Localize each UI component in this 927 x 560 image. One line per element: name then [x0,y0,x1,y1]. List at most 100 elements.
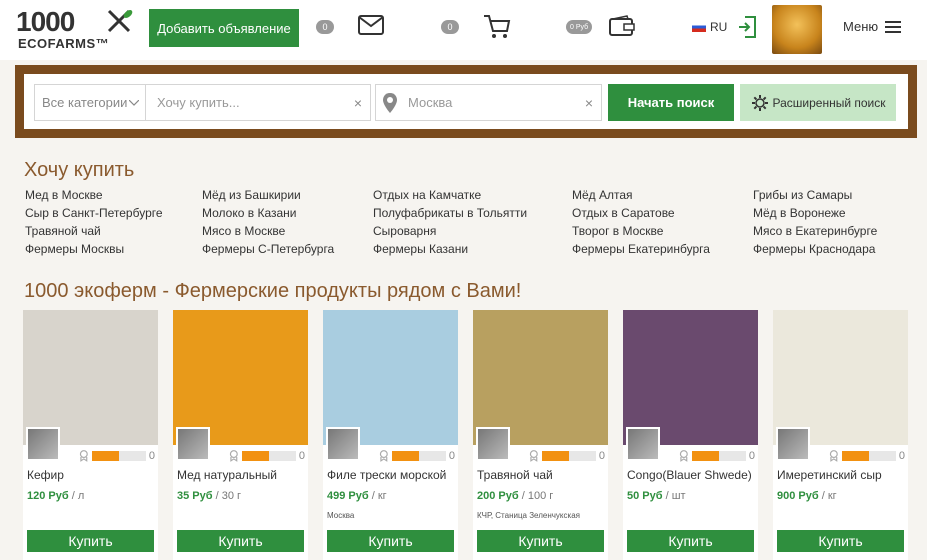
logo-text: ECOFARMS™ [18,36,110,51]
product-card[interactable]: 0 Травяной чай 200 Руб / 100 г КЧР, Станица… [473,310,608,560]
start-search-button[interactable]: Начать поиск [608,84,734,121]
want-to-buy-link[interactable]: Грибы из Самары [753,188,852,202]
want-to-buy-link[interactable]: Сыроварня [373,224,436,238]
want-to-buy-link[interactable]: Мёд Алтая [572,188,633,202]
location-pin-icon [383,93,397,113]
want-to-buy-link[interactable]: Творог в Москве [572,224,663,238]
seller-avatar[interactable] [476,427,510,461]
rating-bar-fill [391,451,419,461]
russia-flag-icon [692,22,706,32]
rating-value: 0 [148,450,155,462]
category-select[interactable]: Все категории [34,84,146,121]
want-to-buy-link[interactable]: Фермеры Казани [373,242,468,256]
want-to-buy-link[interactable]: Фермеры Екатеринбурга [572,242,710,256]
buy-button[interactable]: Купить [627,530,754,552]
award-icon [679,450,688,462]
product-price: 35 Руб / 30 г [177,490,241,502]
seller-avatar[interactable] [326,427,360,461]
product-name[interactable]: Congo(Blauer Shwede) [627,468,752,482]
login-icon[interactable] [737,15,757,39]
product-image[interactable] [173,310,308,445]
want-to-buy-link[interactable]: Полуфабрикаты в Тольятти [373,206,527,220]
product-card[interactable]: 0 Кефир 120 Руб / л Купить [23,310,158,560]
product-image[interactable] [473,310,608,445]
product-image[interactable] [323,310,458,445]
envelope-icon[interactable] [358,15,384,35]
product-name[interactable]: Кефир [27,468,64,482]
want-to-buy-link[interactable]: Мясо в Екатеринбурге [753,224,877,238]
want-to-buy-link[interactable]: Фермеры Краснодара [753,242,875,256]
menu-button[interactable]: Меню [843,19,902,34]
price-value: 35 Руб [177,490,213,502]
price-unit: / шт [665,490,686,502]
rating-value: 0 [898,450,905,462]
cart-icon[interactable] [483,14,511,40]
seller-avatar[interactable] [626,427,660,461]
product-price: 499 Руб / кг [327,490,387,502]
location-input-value: Москва [408,95,453,110]
want-to-buy-link[interactable]: Мед в Москве [25,188,103,202]
product-rating: 0 [679,450,755,462]
product-name[interactable]: Филе трески морской [327,468,446,482]
logo[interactable]: 1000 ECOFARMS™ [16,6,136,52]
price-value: 200 Руб [477,490,519,502]
wallet-icon[interactable] [609,15,635,37]
product-price: 50 Руб / шт [627,490,686,502]
product-name[interactable]: Травяной чай [477,468,553,482]
product-name[interactable]: Мед натуральный [177,468,277,482]
price-value: 50 Руб [627,490,663,502]
product-location: Москва [327,511,355,520]
seller-avatar[interactable] [26,427,60,461]
want-to-buy-title: Хочу купить [24,159,135,181]
location-input[interactable]: Москва × [375,84,602,121]
want-to-buy-link[interactable]: Молоко в Казани [202,206,297,220]
buy-button[interactable]: Купить [477,530,604,552]
want-to-buy-link[interactable]: Мясо в Москве [202,224,285,238]
rating-value: 0 [748,450,755,462]
rating-bar [541,451,596,461]
product-card[interactable]: 0 Филе трески морской 499 Руб / кг Москва Ку… [323,310,458,560]
clear-location-icon[interactable]: × [585,95,593,111]
product-image[interactable] [773,310,908,445]
messages-count-badge: 0 [316,20,334,34]
seller-avatar[interactable] [776,427,810,461]
advanced-search-label: Расширенный поиск [772,95,886,110]
language-selector[interactable]: RU [692,20,727,34]
price-unit: / 100 г [521,490,554,502]
product-image[interactable] [23,310,158,445]
product-name[interactable]: Имеретинский сыр [777,468,882,482]
buy-button[interactable]: Купить [27,530,154,552]
user-avatar[interactable] [772,5,822,54]
product-card[interactable]: 0 Имеретинский сыр 900 Руб / кг Купить [773,310,908,560]
rating-bar-fill [841,451,869,461]
product-card[interactable]: 0 Мед натуральный 35 Руб / 30 г Купить [173,310,308,560]
product-rating: 0 [229,450,305,462]
gear-icon [751,94,768,111]
want-to-buy-link[interactable]: Фермеры С-Петербурга [202,242,334,256]
want-to-buy-link[interactable]: Отдых в Саратове [572,206,675,220]
want-to-buy-link[interactable]: Травяной чай [25,224,101,238]
search-input[interactable]: Хочу купить... × [145,84,371,121]
rating-bar-fill [241,451,269,461]
want-to-buy-link[interactable]: Мёд в Воронеже [753,206,846,220]
buy-button[interactable]: Купить [777,530,904,552]
clear-search-icon[interactable]: × [354,95,362,111]
add-listing-button[interactable]: Добавить объявление [149,9,299,47]
rating-bar [91,451,146,461]
search-panel: Все категории Хочу купить... × Москва × … [15,65,917,138]
product-image[interactable] [623,310,758,445]
rating-value: 0 [448,450,455,462]
want-to-buy-link[interactable]: Мёд из Башкирии [202,188,301,202]
want-to-buy-link[interactable]: Фермеры Москвы [25,242,124,256]
product-card[interactable]: 0 Congo(Blauer Shwede) 50 Руб / шт Купить [623,310,758,560]
advanced-search-button[interactable]: Расширенный поиск [740,84,896,121]
seller-avatar[interactable] [176,427,210,461]
product-price: 900 Руб / кг [777,490,837,502]
buy-button[interactable]: Купить [327,530,454,552]
want-to-buy-link[interactable]: Сыр в Санкт-Петербурге [25,206,163,220]
hamburger-icon [885,20,902,33]
want-to-buy-link[interactable]: Отдых на Камчатке [373,188,481,202]
buy-button[interactable]: Купить [177,530,304,552]
product-location: КЧР, Станица Зеленчукская [477,511,580,520]
rating-bar-fill [91,451,119,461]
